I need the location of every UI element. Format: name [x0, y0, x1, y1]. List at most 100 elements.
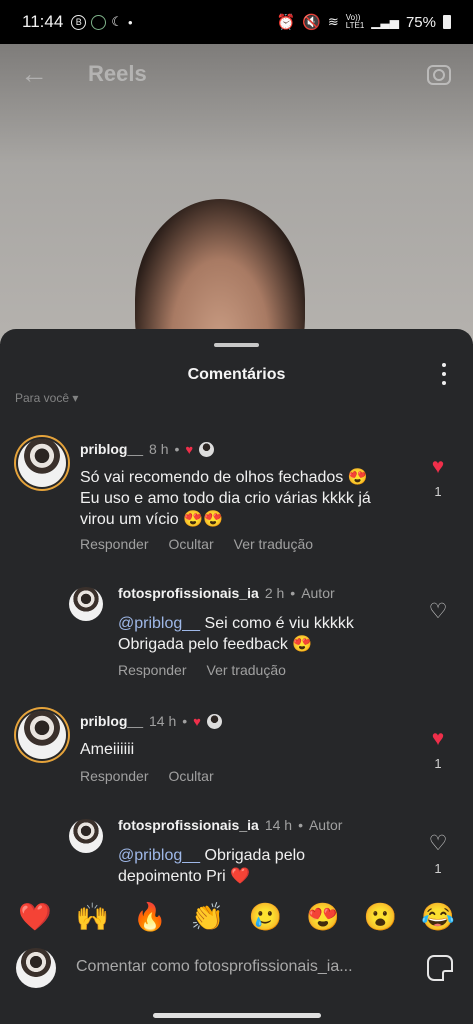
comment-composer: Comentar como fotosprofissionais_ia... [0, 944, 473, 994]
emoji-heart-button[interactable]: ❤️ [18, 901, 52, 933]
back-arrow-icon[interactable]: ← [20, 60, 48, 88]
comment-line: Obrigada pelo feedback 😍 [118, 636, 313, 653]
comment-time: 14 h [149, 713, 177, 729]
comment-username[interactable]: priblog__ [80, 441, 143, 457]
reply-button[interactable]: Responder [80, 768, 149, 784]
comment-line: Só vai recomendo de olhos fechados 😍 [80, 469, 368, 486]
comment-line: depoimento Pri ❤️ [118, 868, 250, 885]
emoji-raised-hands-button[interactable]: 🙌 [76, 901, 110, 933]
separator-dot: • [182, 713, 188, 729]
comment-text: @priblog__ Obrigada pelo depoimento Pri … [118, 845, 305, 887]
translate-button[interactable]: Ver tradução [234, 536, 313, 552]
heart-outline-icon[interactable]: ♡ [423, 601, 453, 623]
author-mini-avatar [206, 713, 222, 729]
system-icons: ⏰ 🔇 ≋ Vo)) LTE1 ▁▃▅ 75% [276, 13, 451, 31]
video-subject [135, 199, 305, 344]
hide-button[interactable]: Ocultar [169, 536, 214, 552]
emoji-fire-button[interactable]: 🔥 [133, 901, 167, 933]
comment-line: @priblog__ Sei como é viu kkkkk [118, 613, 354, 634]
comment-header: priblog__ 14 h • ♥ [80, 713, 222, 729]
status-bar: 11:44 B ☾ • ⏰ 🔇 ≋ Vo)) LTE1 ▁▃▅ 75% [0, 0, 473, 44]
like-control: ♥ 1 [423, 456, 453, 500]
sort-label[interactable]: Para você ▾ [15, 391, 78, 405]
comment-header: fotosprofissionais_ia 14 h • Autor [118, 817, 342, 833]
comment-actions: Responder Ocultar [80, 768, 214, 784]
current-user-avatar [16, 948, 56, 988]
alarm-icon: ⏰ [276, 14, 296, 31]
comment-header: priblog__ 8 h • ♥ [80, 441, 215, 457]
comment-time: 14 h [264, 817, 293, 833]
reel-video[interactable]: ← Reels [0, 44, 473, 344]
sticker-icon[interactable] [427, 955, 453, 981]
comment-time: 8 h [149, 441, 169, 457]
emoji-laughing-button[interactable]: 😂 [421, 901, 455, 933]
author-liked-heart-icon: ♥ [185, 441, 194, 457]
b-badge-icon: B [71, 14, 87, 30]
battery-icon [443, 15, 451, 29]
comment-username[interactable]: fotosprofissionais_ia [118, 817, 259, 833]
battery-text: 75% [405, 13, 436, 31]
emoji-heart-eyes-button[interactable]: 😍 [306, 901, 340, 933]
sheet-title: Comentários [187, 366, 286, 383]
sheet-grabber[interactable] [214, 343, 259, 347]
comment-time: 2 h [264, 585, 285, 601]
green-app-icon [91, 14, 107, 30]
mute-icon: 🔇 [302, 14, 321, 31]
notification-icons: B ☾ • [71, 14, 133, 30]
comment-line: virou um vício 😍😍 [80, 511, 223, 528]
network-type: Vo)) LTE1 [345, 13, 365, 30]
author-mini-avatar [199, 441, 215, 457]
comment-actions: Responder Ocultar Ver tradução [80, 536, 313, 552]
comments-sheet: Comentários Para você ▾ priblog__ 8 h • … [0, 329, 473, 1024]
separator-dot: • [174, 441, 180, 457]
comment-text: @priblog__ Sei como é viu kkkkk Obrigada… [118, 613, 354, 655]
avatar[interactable] [69, 819, 103, 853]
reply-button[interactable]: Responder [118, 662, 187, 678]
author-badge: Autor [308, 817, 343, 833]
like-control: ♡ [423, 601, 453, 623]
like-control: ♡ 1 [423, 833, 453, 877]
reels-topbar: ← Reels [0, 44, 473, 104]
comment-header: fotosprofissionais_ia 2 h • Autor [118, 585, 335, 601]
heart-outline-icon[interactable]: ♡ [423, 833, 453, 855]
translate-button[interactable]: Ver tradução [207, 662, 286, 678]
comment-line-text: Sei como é viu kkkkk [200, 615, 354, 632]
like-control: ♥ 1 [423, 728, 453, 772]
like-count: 1 [434, 484, 442, 499]
comment-actions: Responder Ver tradução [118, 662, 286, 678]
like-count: 1 [434, 756, 442, 771]
comment-line: Ameiiiiii [80, 741, 135, 758]
comment-text: Só vai recomendo de olhos fechados 😍 Eu … [80, 467, 371, 530]
avatar[interactable] [18, 711, 66, 759]
heart-filled-icon[interactable]: ♥ [423, 728, 453, 750]
avatar[interactable] [69, 587, 103, 621]
comment-input[interactable]: Comentar como fotosprofissionais_ia... [76, 958, 353, 976]
comment-username[interactable]: priblog__ [80, 713, 143, 729]
mention-link[interactable]: @priblog__ [118, 615, 200, 632]
comment-username[interactable]: fotosprofissionais_ia [118, 585, 259, 601]
heart-filled-icon[interactable]: ♥ [423, 456, 453, 478]
author-badge: Autor [301, 585, 335, 601]
sort-label-text: Para você [15, 391, 70, 405]
like-count: 1 [434, 861, 442, 876]
hide-button[interactable]: Ocultar [169, 768, 214, 784]
quick-emoji-bar: ❤️ 🙌 🔥 👏 🥲 😍 😮 😂 [0, 895, 473, 939]
emoji-smile-tear-button[interactable]: 🥲 [249, 901, 283, 933]
separator-dot: • [290, 585, 296, 601]
signal-icon: ▁▃▅ [371, 15, 399, 29]
reply-button[interactable]: Responder [80, 536, 149, 552]
moon-icon: ☾ [111, 14, 123, 29]
emoji-clap-button[interactable]: 👏 [191, 901, 225, 933]
comment-line-text: Obrigada pelo [200, 847, 306, 864]
mention-link[interactable]: @priblog__ [118, 847, 200, 864]
more-options-icon[interactable] [441, 363, 447, 385]
comment-text: Ameiiiiii [80, 739, 134, 760]
camera-icon[interactable] [425, 60, 453, 88]
avatar[interactable] [18, 439, 66, 487]
status-time: 11:44 [22, 12, 64, 31]
emoji-surprised-button[interactable]: 😮 [364, 901, 398, 933]
home-indicator[interactable] [153, 1013, 321, 1018]
dot-icon: • [127, 14, 133, 30]
comment-line: Eu uso e amo todo dia crio várias kkkk j… [80, 490, 371, 507]
comment-line: @priblog__ Obrigada pelo [118, 845, 305, 866]
